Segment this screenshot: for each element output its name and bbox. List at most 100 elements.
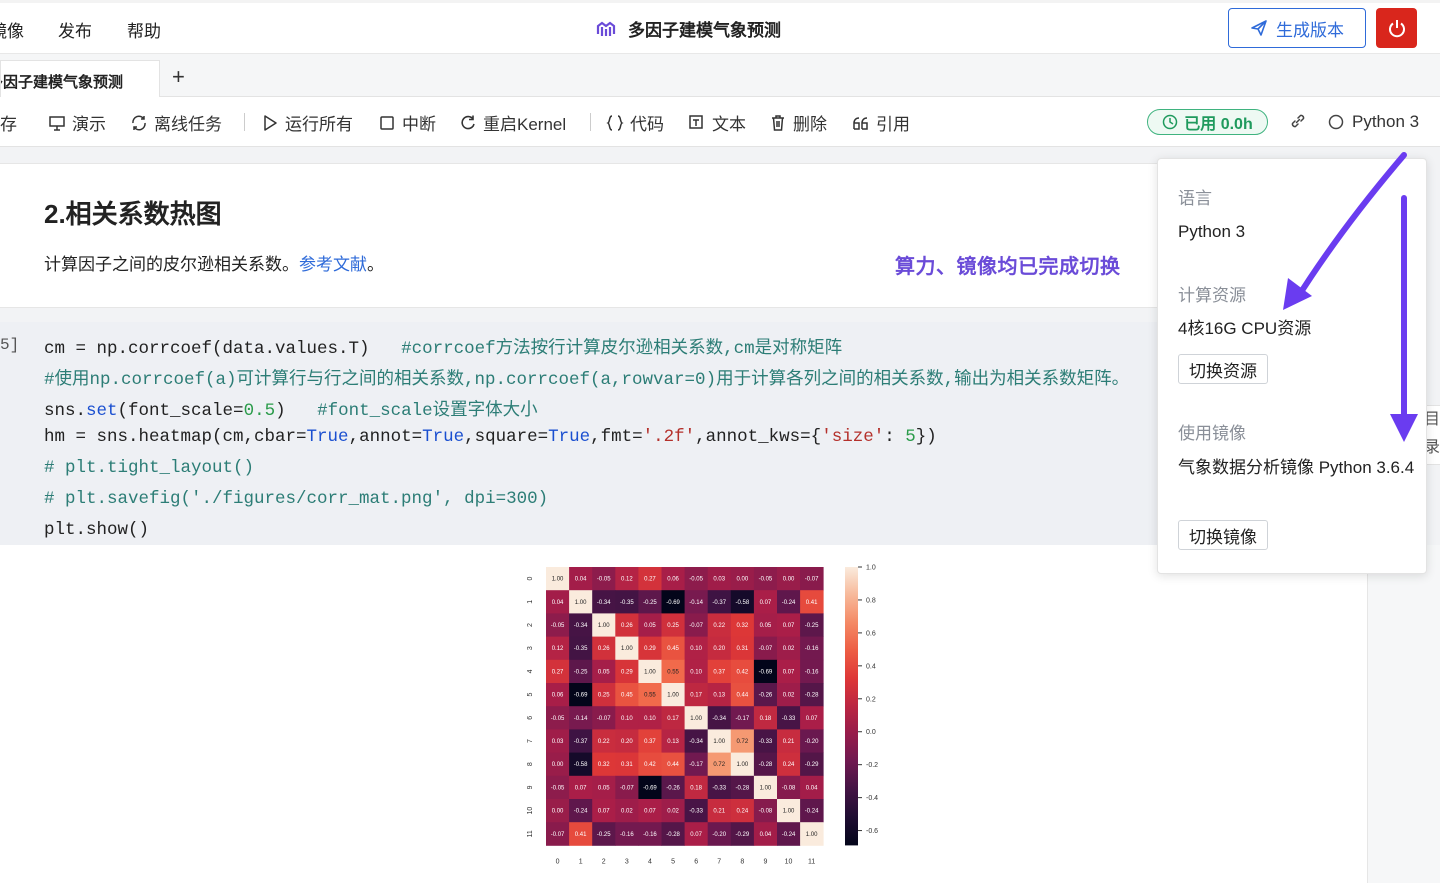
heatmap-cell-label: -0.35 <box>620 600 634 606</box>
delete-button[interactable]: 删除 <box>769 110 827 135</box>
offline-task-button[interactable]: 离线任务 <box>130 110 222 135</box>
heatmap-cell-label: 1.00 <box>667 693 679 699</box>
heatmap-cell-label: -0.25 <box>643 600 657 606</box>
heatmap-cell-label: 0.42 <box>644 762 656 768</box>
heatmap-cell-label: -0.69 <box>574 693 588 699</box>
heatmap-cell-label: -0.35 <box>574 646 588 652</box>
code-comment: #font_scale设置字体大小 <box>317 401 538 421</box>
heatmap-cell-label: -0.28 <box>759 762 773 768</box>
code-text: : <box>884 427 906 447</box>
x-tick-label: 9 <box>763 858 767 865</box>
add-text-button[interactable]: 文本 <box>688 110 746 135</box>
restart-kernel-label: 重启Kernel <box>483 115 567 134</box>
add-code-button[interactable]: 代码 <box>606 110 664 135</box>
heatmap-cell-label: -0.16 <box>805 646 819 652</box>
menu-help[interactable]: 帮助 <box>127 17 161 42</box>
heatmap-cell-label: 0.13 <box>713 693 725 699</box>
x-tick-label: 10 <box>785 858 793 865</box>
heatmap-cell-label: -0.58 <box>736 600 750 606</box>
heatmap-cell-label: 0.26 <box>621 623 633 629</box>
add-tab-button[interactable]: + <box>172 64 185 90</box>
heatmap-cell-label: -0.07 <box>597 716 611 722</box>
heatmap-cell-label: -0.34 <box>712 716 726 722</box>
heatmap-cell-label: 0.17 <box>667 716 679 722</box>
heatmap-cell-label: -0.25 <box>574 669 588 675</box>
interrupt-button[interactable]: 中断 <box>378 110 436 135</box>
kernel-status-icon <box>1328 114 1344 130</box>
quote-button[interactable]: 引用 <box>852 110 910 135</box>
heatmap-cell-label: -0.16 <box>643 832 657 838</box>
usage-text: 已用 0.0h <box>1184 116 1253 133</box>
heatmap-cell-label: 0.29 <box>621 669 633 675</box>
heatmap-cell-label: 0.21 <box>783 739 795 745</box>
heatmap-cell-label: 0.07 <box>575 785 587 791</box>
correlation-heatmap: 1.00 0.04 -0.05 0.12 0.27 0.06 -0.05 0.03 0.00 -0… <box>527 565 878 866</box>
code-cell[interactable]: 5] cm = np.corrcoef(data.values.T) #corr… <box>0 322 1160 545</box>
restart-kernel-button[interactable]: 重启Kernel <box>459 110 566 135</box>
code-text: ,annot= <box>348 427 423 447</box>
heatmap-cell-label: -0.24 <box>805 809 819 815</box>
heatmap-cell-label: -0.29 <box>805 762 819 768</box>
switch-image-button[interactable]: 切换镜像 <box>1178 520 1268 550</box>
code-text: ,annot_kws={ <box>695 427 822 447</box>
y-tick-label: 7 <box>527 739 534 743</box>
heatmap-cell-label: -0.33 <box>782 716 796 722</box>
heatmap-cell-label: 0.25 <box>598 693 610 699</box>
menu-publish[interactable]: 发布 <box>58 17 92 42</box>
x-tick-label: 3 <box>625 858 629 865</box>
link-icon[interactable] <box>1289 112 1307 130</box>
heatmap-cell-label: 0.27 <box>644 577 656 583</box>
power-button[interactable] <box>1376 8 1417 48</box>
heatmap-cell-label: 0.10 <box>644 716 656 722</box>
switch-resource-button[interactable]: 切换资源 <box>1178 354 1268 384</box>
heatmap-cell-label: 0.37 <box>644 739 656 745</box>
top-bar: 镜像 发布 帮助 多因子建模气象预测 生成版本 <box>0 0 1440 54</box>
heatmap-cell-label: 0.44 <box>667 762 679 768</box>
heatmap-cell-label: 0.42 <box>737 669 749 675</box>
presentation-icon <box>49 115 65 131</box>
tab-notebook[interactable]: 多因子建模气象预测 <box>0 60 160 98</box>
heatmap-cell-label: 0.07 <box>760 600 772 606</box>
heatmap-cell-label: 0.07 <box>598 809 610 815</box>
heatmap-cell-label: 0.02 <box>667 809 679 815</box>
heatmap-cell-label: -0.25 <box>597 832 611 838</box>
x-tick-label: 8 <box>740 858 744 865</box>
tab-notebook-label: 多因子建模气象预测 <box>0 74 124 91</box>
heatmap-cell-label: -0.08 <box>759 809 773 815</box>
add-text-label: 文本 <box>712 115 746 134</box>
document-title-text: 多因子建模气象预测 <box>628 21 781 40</box>
y-tick-label: 10 <box>527 807 534 815</box>
present-button[interactable]: 演示 <box>48 110 106 135</box>
heatmap-cell-label: 1.00 <box>760 785 772 791</box>
reference-link[interactable]: 参考文献 <box>299 255 367 274</box>
add-code-label: 代码 <box>630 115 664 134</box>
x-tick-label: 7 <box>717 858 721 865</box>
heatmap-cell-label: 0.18 <box>690 785 702 791</box>
heatmap-cell-label: 0.00 <box>737 577 749 583</box>
heatmap-cell-label: 0.12 <box>621 577 633 583</box>
heatmap-cell-label: 0.00 <box>552 762 564 768</box>
heatmap-cell-label: 0.55 <box>644 693 656 699</box>
colorbar-tick-label: -0.2 <box>866 762 878 769</box>
section-text: 计算因子之间的皮尔逊相关系数。参考文献。 <box>44 250 384 275</box>
run-all-button[interactable]: 运行所有 <box>261 110 353 135</box>
generate-version-button[interactable]: 生成版本 <box>1228 8 1366 48</box>
markdown-cell[interactable]: 2.相关系数热图 计算因子之间的皮尔逊相关系数。参考文献。 算力、镜像均已完成切… <box>0 163 1160 308</box>
code-string: 'size' <box>821 427 885 447</box>
heatmap-cell-label: -0.20 <box>712 832 726 838</box>
code-text: ,square= <box>464 427 549 447</box>
trash-icon <box>772 114 784 131</box>
heatmap-cell-label: 0.45 <box>621 693 633 699</box>
heatmap-cell-label: -0.05 <box>759 577 773 583</box>
colorbar <box>845 567 858 846</box>
code-text: cm = np.corrcoef(data.values.T) <box>44 339 402 359</box>
language-label: 语言 <box>1178 189 1212 208</box>
menu-image[interactable]: 镜像 <box>0 17 24 42</box>
heatmap-cell-label: -0.14 <box>574 716 588 722</box>
heatmap-cell-label: 1.00 <box>575 600 587 606</box>
save-button[interactable]: 保存 <box>0 110 17 135</box>
heatmap-cell-label: -0.33 <box>712 785 726 791</box>
kernel-selector[interactable]: Python 3 <box>1328 112 1419 132</box>
code-line: # plt.tight_layout() <box>44 458 254 478</box>
y-tick-label: 1 <box>527 600 534 604</box>
